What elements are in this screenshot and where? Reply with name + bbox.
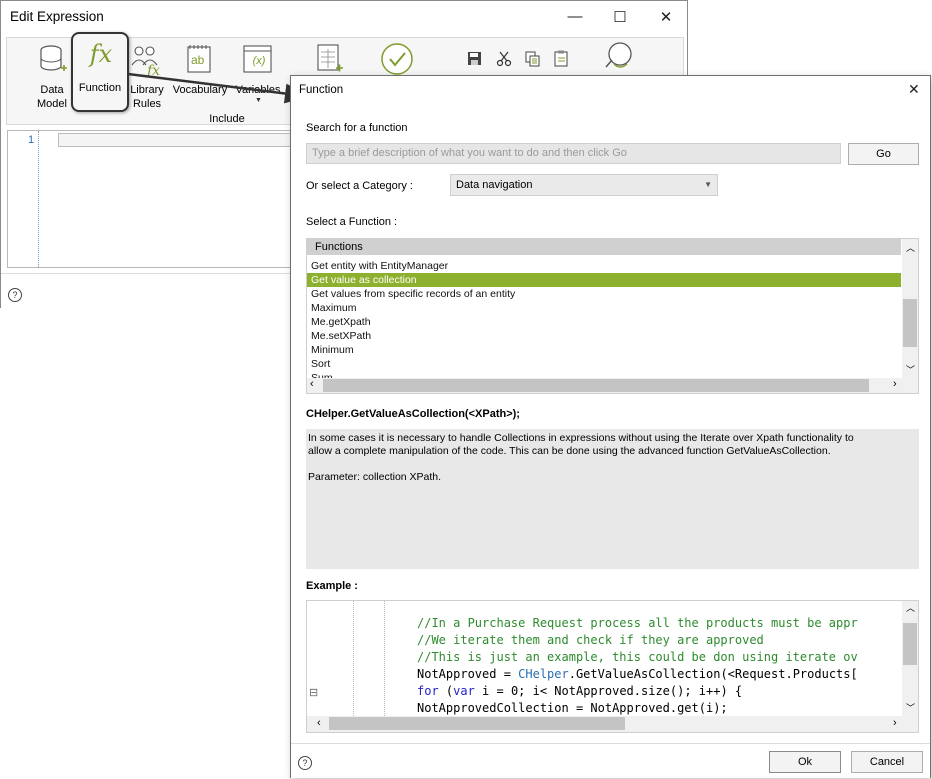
save-icon[interactable] [467,51,483,70]
search-label: Search for a function [306,122,408,134]
code-line-5: for (var i = 0; i< NotApproved.size(); i… [417,683,742,700]
scroll-right-icon[interactable]: › [893,717,897,729]
code-vertical-scrollbar[interactable]: ︿ ﹀ [902,601,918,716]
ok-button[interactable]: Ok [769,751,841,773]
code-token: NotApproved = [417,667,519,681]
go-button[interactable]: Go [848,143,919,165]
parameter-text: Parameter: collection XPath. [308,471,442,483]
scroll-thumb-horizontal[interactable] [329,717,625,730]
function-list-item[interactable]: Get value as collection [307,273,901,287]
close-icon[interactable]: ✕ [908,81,920,98]
function-list-item[interactable]: Me.getXpath [307,315,901,329]
function-list-item[interactable]: Maximum [307,301,901,315]
cancel-button[interactable]: Cancel [851,751,923,773]
function-list-item[interactable]: Minimum [307,343,901,357]
code-line-comment-1: //In a Purchase Request process all the … [417,616,858,630]
copy-icon[interactable] [525,51,541,70]
code-keyword: for [417,684,439,698]
function-description: In some cases it is necessary to handle … [306,429,919,569]
chevron-down-icon: ▼ [704,180,712,189]
code-token: i = 0; i< NotApproved.size(); i++) { [474,684,743,698]
search-replace-icon[interactable] [603,40,637,77]
category-label: Or select a Category : [306,180,413,192]
scroll-down-icon[interactable]: ﹀ [906,701,915,714]
scroll-right-icon[interactable]: › [893,378,897,390]
cut-icon[interactable] [496,51,512,70]
scroll-down-icon[interactable]: ﹀ [906,363,915,376]
scroll-left-icon[interactable]: ‹ [310,378,314,390]
function-list-item[interactable]: Get values from specific records of an e… [307,287,901,301]
minimize-button[interactable]: — [565,8,585,25]
dialog-title: Function [299,84,344,96]
expression-editor[interactable]: 1 [7,130,298,268]
current-line [58,133,298,147]
include-group-label: Include [209,113,245,125]
code-guide-2 [384,601,385,716]
category-value: Data navigation [456,179,533,191]
code-line-4: NotApproved = CHelper.GetValueAsCollecti… [417,666,858,683]
example-label: Example : [306,580,358,592]
line-number: 1 [28,134,35,146]
description-line-2: allow a complete manipulation of the cod… [308,445,831,457]
code-line-comment-3: //This is just an example, this could be… [417,650,858,664]
scroll-thumb-horizontal[interactable] [323,379,869,392]
vertical-scrollbar[interactable]: ︿ ﹀ [902,239,918,378]
search-input[interactable]: Type a brief description of what you wan… [306,143,841,164]
scroll-left-icon[interactable]: ‹ [317,717,321,729]
code-line-comment-2: //We iterate them and check if they are … [417,633,764,647]
code-token: .GetValueAsCollection(<Request.Products[ [568,667,858,681]
validate-check-icon[interactable] [380,42,414,79]
maximize-button[interactable]: ☐ [610,8,630,26]
dialog-footer: ? Ok Cancel [291,743,930,778]
function-dialog: Function ✕ Search for a function Type a … [290,75,931,778]
help-icon[interactable]: ? [8,288,22,302]
code-token: ( [438,684,454,698]
scroll-up-icon[interactable]: ︿ [906,601,915,614]
paste-icon[interactable] [554,50,570,70]
scroll-up-icon[interactable]: ︿ [906,241,915,254]
horizontal-scrollbar[interactable]: ‹ › [307,378,918,393]
gutter-divider [38,131,39,267]
fold-icon[interactable]: ⊟ [309,686,318,699]
function-list-item[interactable]: Sort [307,357,901,371]
function-list-item[interactable]: Get entity with EntityManager [307,259,901,273]
function-list-item[interactable]: Me.setXPath [307,329,901,343]
code-horizontal-scrollbar[interactable]: ‹ › [307,716,918,732]
list-header: Functions [307,239,901,255]
code-keyword: var [453,684,475,698]
scroll-thumb[interactable] [903,299,917,347]
example-code-viewer[interactable]: //In a Purchase Request process all the … [306,600,919,733]
editor-gutter [8,131,36,267]
category-select[interactable]: Data navigation ▼ [450,174,718,196]
select-function-label: Select a Function : [306,216,398,228]
description-line-1: In some cases it is necessary to handle … [308,432,854,444]
code-line-6: NotApprovedCollection = NotApproved.get(… [417,701,728,715]
code-token-class: CHelper [518,667,569,681]
help-icon[interactable]: ? [298,756,312,770]
function-signature: CHelper.GetValueAsCollection(<XPath>); [306,408,520,420]
close-button[interactable]: ✕ [656,8,676,26]
scroll-thumb[interactable] [903,623,917,665]
pointer-arrow [127,72,310,104]
function-list[interactable]: Functions Get entity with EntityManager G… [306,238,919,394]
code-guide-1 [353,601,354,716]
formula-sheet-icon[interactable] [316,44,344,77]
